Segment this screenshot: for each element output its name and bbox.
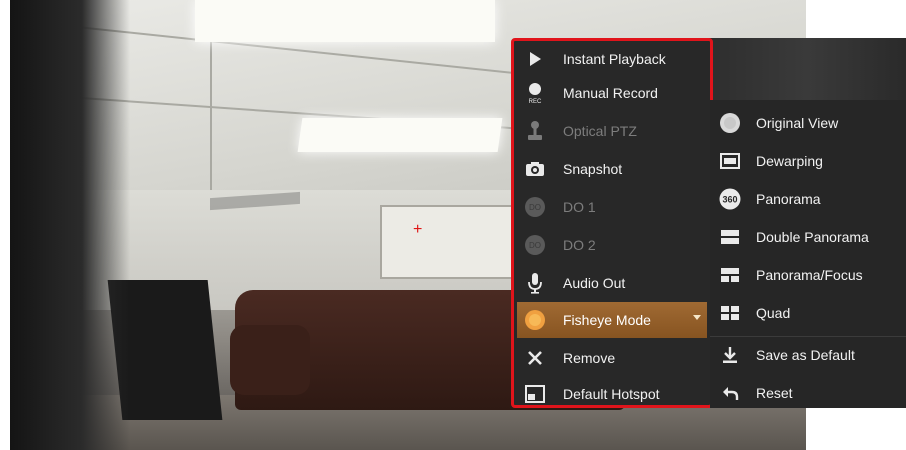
submenu-item-quad[interactable]: Quad <box>710 295 906 331</box>
menu-item-do-1[interactable]: DO DO 1 <box>517 189 707 225</box>
menu-item-label: Optical PTZ <box>563 123 637 139</box>
crosshair-icon: + <box>413 221 423 238</box>
svg-text:DO: DO <box>529 203 541 212</box>
menu-item-label: Snapshot <box>563 161 623 177</box>
close-icon <box>523 346 547 370</box>
menu-item-label: Audio Out <box>563 275 626 291</box>
menu-item-snapshot[interactable]: Snapshot <box>517 151 707 187</box>
menu-item-label: Default Hotspot <box>563 386 660 402</box>
menu-item-manual-record[interactable]: REC Manual Record <box>517 75 707 111</box>
svg-text:360: 360 <box>722 195 737 205</box>
quad-icon <box>718 301 742 325</box>
ptz-joystick-icon <box>523 119 547 143</box>
submenu-item-reset[interactable]: Reset <box>710 375 906 411</box>
fisheye-submenu: Original View Dewarping 360 Panorama Dou… <box>710 100 906 408</box>
hotspot-icon <box>523 382 547 406</box>
chevron-down-icon <box>693 315 701 320</box>
panorama-360-icon: 360 <box>718 187 742 211</box>
lens-edge <box>10 0 130 450</box>
sofa-arm <box>230 325 310 395</box>
double-panorama-icon <box>718 225 742 249</box>
record-icon: REC <box>523 81 547 105</box>
menu-item-do-2[interactable]: DO DO 2 <box>517 227 707 263</box>
submenu-item-double-panorama[interactable]: Double Panorama <box>710 219 906 255</box>
submenu-item-label: Double Panorama <box>756 229 869 245</box>
dewarping-icon <box>718 149 742 173</box>
panorama-focus-icon <box>718 263 742 287</box>
menu-item-default-hotspot[interactable]: Default Hotspot <box>517 376 707 412</box>
microphone-icon <box>523 271 547 295</box>
original-view-icon <box>718 111 742 135</box>
menu-item-audio-out[interactable]: Audio Out <box>517 265 707 301</box>
ceiling-light <box>297 118 503 152</box>
svg-text:REC: REC <box>529 99 542 105</box>
menu-item-label: Remove <box>563 350 616 366</box>
menu-item-label: Manual Record <box>563 85 658 101</box>
panel-header-area <box>708 38 906 100</box>
context-menu: Instant Playback REC Manual Record Optic… <box>511 38 713 408</box>
menu-item-label: DO 1 <box>563 199 596 215</box>
submenu-item-dewarping[interactable]: Dewarping <box>710 143 906 179</box>
submenu-item-label: Dewarping <box>756 153 823 169</box>
menu-item-label: Instant Playback <box>563 51 666 67</box>
submenu-item-original-view[interactable]: Original View <box>710 105 906 141</box>
screenshot-stage: + Instant Playback REC Manual Record Opt… <box>0 0 906 450</box>
svg-text:DO: DO <box>529 241 541 250</box>
submenu-item-label: Original View <box>756 115 839 131</box>
submenu-item-label: Reset <box>756 385 793 401</box>
submenu-item-label: Panorama <box>756 191 821 207</box>
digital-output-icon: DO <box>523 233 547 257</box>
menu-item-label: DO 2 <box>563 237 596 253</box>
ceiling-light <box>195 0 495 42</box>
submenu-item-save-as-default[interactable]: Save as Default <box>710 337 906 373</box>
menu-item-remove[interactable]: Remove <box>517 340 707 376</box>
download-icon <box>718 343 742 367</box>
submenu-item-label: Save as Default <box>756 347 855 363</box>
menu-item-optical-ptz[interactable]: Optical PTZ <box>517 113 707 149</box>
submenu-item-label: Quad <box>756 305 791 321</box>
fisheye-icon <box>523 308 547 332</box>
submenu-item-panorama-focus[interactable]: Panorama/Focus <box>710 257 906 293</box>
submenu-item-panorama[interactable]: 360 Panorama <box>710 181 906 217</box>
menu-item-instant-playback[interactable]: Instant Playback <box>517 41 707 77</box>
submenu-item-label: Panorama/Focus <box>756 267 863 283</box>
reset-icon <box>718 381 742 405</box>
menu-item-fisheye-mode[interactable]: Fisheye Mode <box>517 302 707 338</box>
camera-icon <box>523 157 547 181</box>
menu-item-label: Fisheye Mode <box>563 312 651 328</box>
digital-output-icon: DO <box>523 195 547 219</box>
play-icon <box>523 47 547 71</box>
